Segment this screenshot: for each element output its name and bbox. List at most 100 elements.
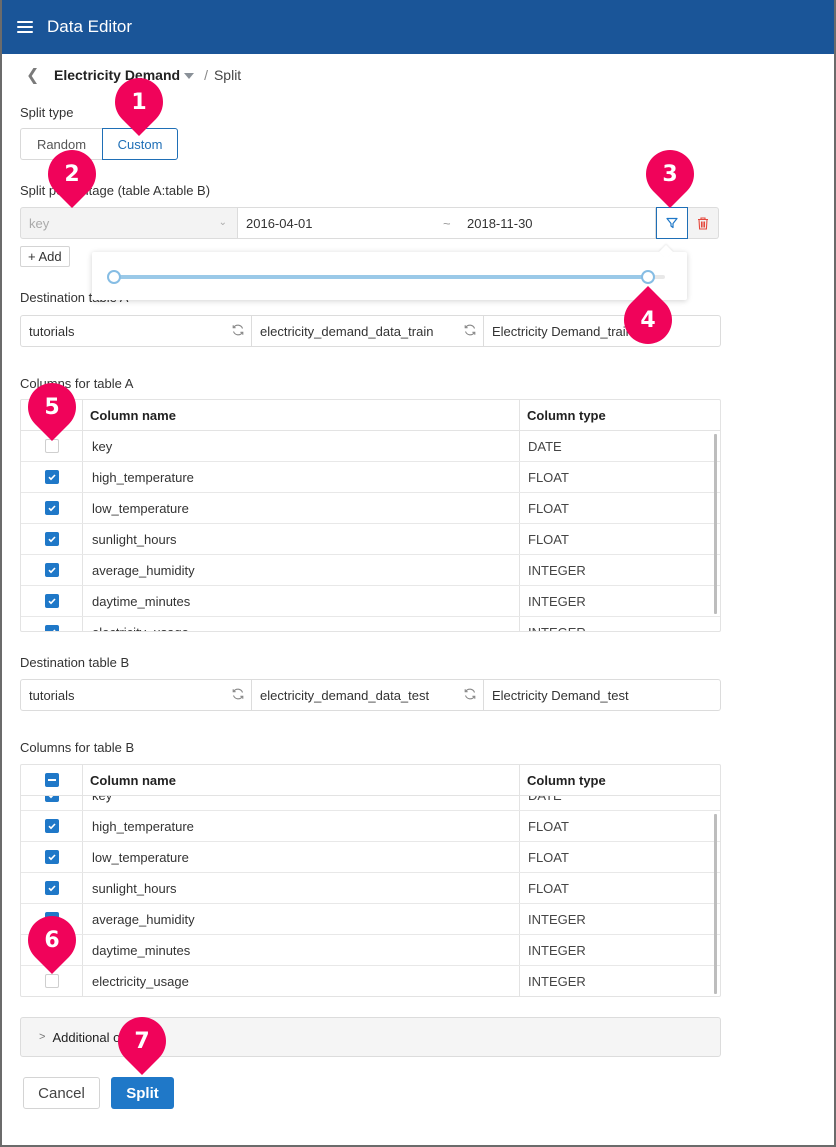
slider-track-fill: [114, 275, 649, 279]
destination-b-database[interactable]: tutorials: [21, 680, 252, 710]
row-checkbox[interactable]: [44, 594, 59, 608]
table-row[interactable]: daytime_minutes INTEGER: [21, 586, 720, 617]
date-from[interactable]: 2016-04-01: [246, 216, 313, 231]
caret-down-icon[interactable]: [184, 73, 195, 79]
destination-b-display-name[interactable]: Electricity Demand_test: [484, 680, 720, 710]
destination-a-display-name[interactable]: Electricity Demand_train: [484, 316, 720, 346]
table-row[interactable]: keyDATE: [21, 431, 720, 462]
checkmark-icon: [47, 885, 56, 892]
column-name-cell: daytime_minutes: [83, 586, 520, 616]
chevron-right-icon: >: [39, 1031, 46, 1043]
columns-b-table: Column name Column type keyDATEhigh_temp…: [20, 764, 721, 997]
column-type-cell: INTEGER: [520, 617, 720, 632]
column-type-cell: INTEGER: [528, 593, 586, 609]
display-name-value: Electricity Demand_test: [492, 687, 629, 703]
key-select[interactable]: key ⌄: [20, 207, 238, 239]
table-row[interactable]: electricity_usageINTEGER: [21, 966, 720, 996]
table-row[interactable]: sunlight_hours FLOAT: [21, 524, 720, 555]
refresh-icon[interactable]: [231, 323, 245, 337]
hamburger-menu-icon[interactable]: [17, 21, 33, 33]
column-name-cell: sunlight_hours: [83, 873, 520, 903]
date-to[interactable]: 2018-11-30: [467, 216, 533, 231]
slider-handle-low[interactable]: [107, 270, 121, 284]
destination-b-table[interactable]: electricity_demand_data_test: [252, 680, 484, 710]
annotation-marker-6: 6: [18, 906, 86, 974]
destination-a-table[interactable]: electricity_demand_data_train: [252, 316, 484, 346]
checkbox-cell: [21, 586, 83, 616]
filter-button[interactable]: [656, 207, 688, 239]
destination-b-fields: tutorials electricity_demand_data_test E…: [20, 679, 721, 711]
checkbox-cell: [21, 796, 83, 810]
table-row[interactable]: sunlight_hours FLOAT: [21, 873, 720, 904]
table-row[interactable]: average_humidity INTEGER: [21, 555, 720, 586]
row-checkbox[interactable]: [44, 796, 59, 802]
column-type-cell: FLOAT: [528, 818, 569, 834]
table-row[interactable]: keyDATE: [21, 796, 720, 811]
annotation-marker-4: 4: [614, 286, 682, 354]
table-header: Column name Column type: [21, 400, 720, 431]
table-value: electricity_demand_data_test: [260, 687, 430, 703]
table-row[interactable]: average_humidity INTEGER: [21, 904, 720, 935]
annotation-marker-7: 7: [108, 1007, 176, 1075]
database-value: tutorials: [29, 687, 75, 703]
column-name-cell: average_humidity: [83, 555, 520, 585]
column-type-cell: DATE: [528, 438, 562, 454]
table-row[interactable]: low_temperature FLOAT: [21, 493, 720, 524]
column-type-cell: FLOAT: [528, 880, 569, 896]
annotation-marker-2: 2: [38, 140, 106, 208]
destination-a-database[interactable]: tutorials: [21, 316, 252, 346]
scrollbar[interactable]: [714, 434, 717, 614]
chevron-left-icon[interactable]: ❮: [26, 65, 40, 85]
table-row[interactable]: low_temperature FLOAT: [21, 842, 720, 873]
column-type-cell: INTEGER: [528, 973, 586, 989]
table-row[interactable]: daytime_minutes INTEGER: [21, 935, 720, 966]
app-title: Data Editor: [47, 17, 133, 36]
delete-button[interactable]: [688, 207, 719, 239]
columns-b-body: keyDATEhigh_temperatureFLOATlow_temperat…: [21, 796, 720, 996]
row-checkbox[interactable]: [44, 850, 59, 864]
column-type-cell: FLOAT: [528, 469, 569, 485]
checkbox-cell: [21, 842, 83, 872]
key-select-value: key: [29, 215, 50, 231]
scrollbar[interactable]: [714, 814, 717, 994]
checkbox-cell: [21, 811, 83, 841]
annotation-marker-5: 5: [18, 373, 86, 441]
checkmark-icon: [47, 823, 56, 830]
refresh-icon[interactable]: [231, 687, 245, 701]
column-type-cell: FLOAT: [528, 500, 569, 516]
table-value: electricity_demand_data_train: [260, 323, 434, 339]
checkmark-icon: [47, 505, 56, 512]
row-checkbox[interactable]: [44, 532, 59, 546]
checkbox-cell: [21, 493, 83, 523]
checkmark-icon: [47, 567, 56, 574]
date-range-input[interactable]: 2016-04-01 ~ 2018-11-30: [238, 207, 656, 239]
refresh-icon[interactable]: [463, 687, 477, 701]
refresh-icon[interactable]: [463, 323, 477, 337]
cancel-button[interactable]: Cancel: [23, 1077, 100, 1109]
table-row[interactable]: high_temperature FLOAT: [21, 811, 720, 842]
split-button[interactable]: Split: [111, 1077, 174, 1109]
row-checkbox[interactable]: [44, 974, 59, 988]
column-type-cell: FLOAT: [528, 531, 569, 547]
table-header: Column name Column type: [21, 765, 720, 796]
table-row[interactable]: electricity_usageINTEGER: [21, 617, 720, 631]
table-row[interactable]: high_temperature FLOAT: [21, 462, 720, 493]
add-filter-button[interactable]: + Add: [20, 246, 70, 267]
columns-a-body: key DATE high_temperature FLOAT low_temperat…: [21, 431, 720, 631]
row-checkbox[interactable]: [44, 625, 59, 631]
row-checkbox[interactable]: [44, 563, 59, 577]
trash-icon: [698, 216, 708, 230]
destination-a-fields: tutorials electricity_demand_data_train …: [20, 315, 721, 347]
column-name-cell: low_temperature: [83, 842, 520, 872]
column-type-cell: INTEGER: [528, 562, 586, 578]
row-checkbox[interactable]: [44, 819, 59, 833]
slider-handle-high[interactable]: [641, 270, 656, 284]
split-range-slider[interactable]: [107, 270, 665, 284]
column-type-cell: FLOAT: [528, 849, 569, 865]
row-checkbox[interactable]: [44, 881, 59, 895]
row-checkbox[interactable]: [44, 470, 59, 484]
column-name-cell: high_temperature: [83, 462, 520, 492]
app-bar: Data Editor: [0, 0, 836, 54]
select-all-checkbox[interactable]: [44, 773, 59, 787]
row-checkbox[interactable]: [44, 501, 59, 515]
